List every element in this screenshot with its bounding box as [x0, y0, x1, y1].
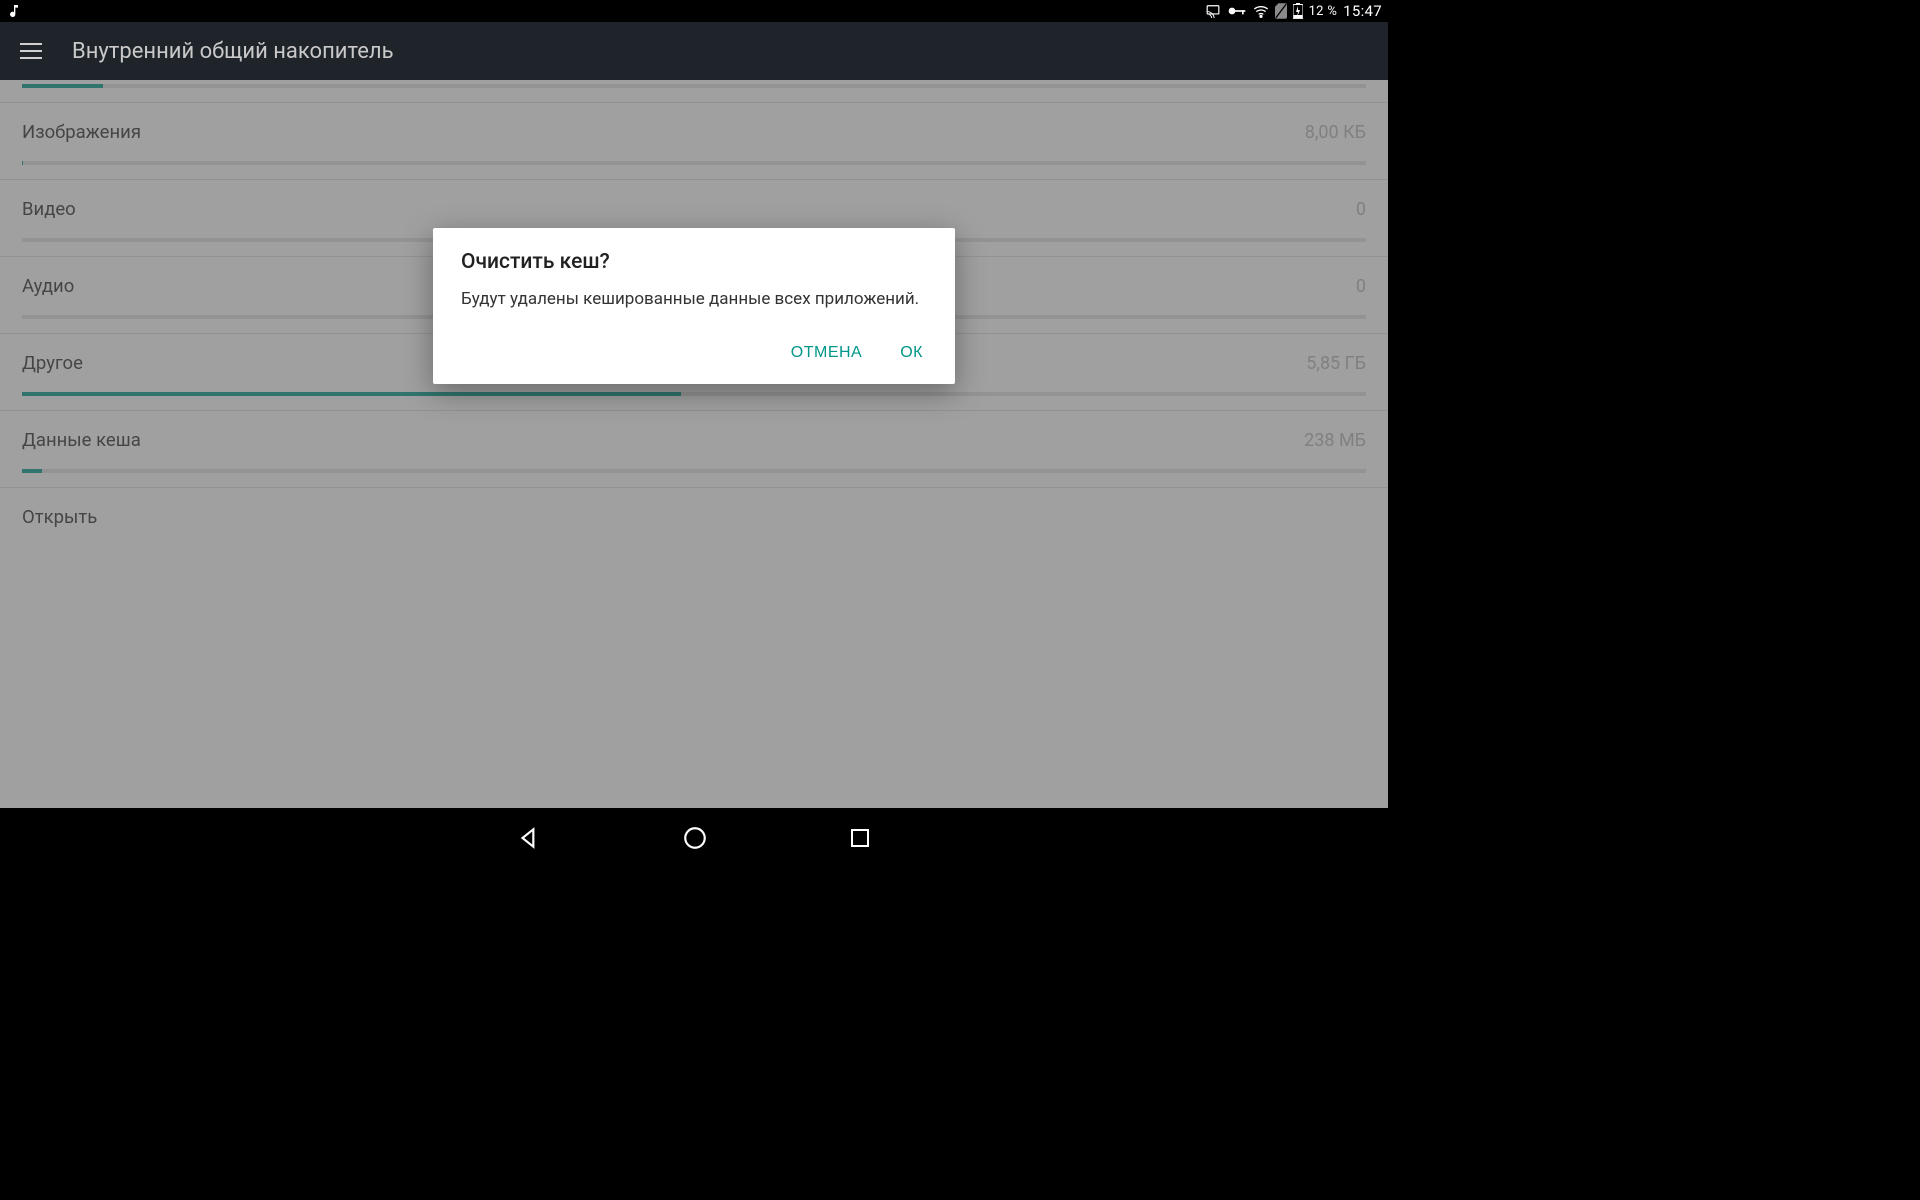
cancel-button[interactable]: ОТМЕНА: [787, 338, 866, 368]
wifi-icon: [1253, 4, 1269, 18]
no-sim-icon: [1275, 3, 1287, 19]
vpn-key-icon: [1227, 5, 1247, 17]
battery-charging-icon: [1293, 3, 1303, 19]
home-button[interactable]: [682, 825, 708, 851]
cast-icon: [1205, 4, 1221, 18]
status-right: 12 % 15:47: [1205, 2, 1382, 20]
dialog-scrim[interactable]: [0, 80, 1388, 808]
dialog-title: Очистить кеш?: [461, 250, 927, 274]
ok-button[interactable]: ОК: [896, 338, 927, 368]
music-note-icon: [6, 3, 22, 19]
app-bar: Внутренний общий накопитель: [0, 22, 1388, 80]
recents-button[interactable]: [848, 826, 872, 850]
menu-icon[interactable]: [20, 43, 42, 59]
battery-percent: 12 %: [1309, 4, 1338, 19]
page-title: Внутренний общий накопитель: [72, 39, 394, 64]
dialog-body: Будут удалены кешированные данные всех п…: [461, 288, 927, 312]
clear-cache-dialog: Очистить кеш? Будут удалены кешированные…: [433, 228, 955, 384]
navigation-bar: [0, 808, 1388, 868]
back-button[interactable]: [516, 825, 542, 851]
clock: 15:47: [1343, 2, 1382, 20]
status-bar: 12 % 15:47: [0, 0, 1388, 22]
storage-content: Изображения8,00 КБВидео0Аудио0Другое5,85…: [0, 80, 1388, 808]
dialog-actions: ОТМЕНА ОК: [461, 338, 927, 374]
